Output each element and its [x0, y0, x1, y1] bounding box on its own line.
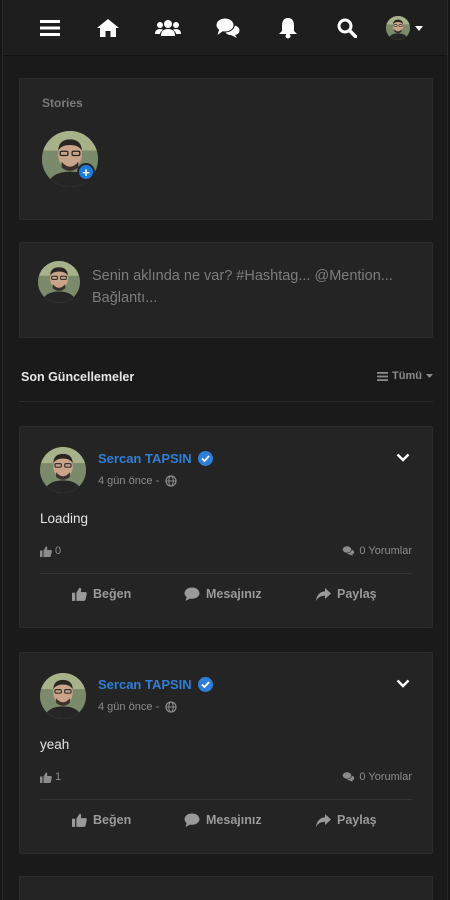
likes-count[interactable]: 1	[40, 771, 61, 783]
comment-icon	[184, 813, 200, 827]
post-actions: Beğen Mesajınız Paylaş	[40, 813, 412, 839]
comments-value: 0 Yorumlar	[359, 771, 412, 783]
feed-filter-dropdown[interactable]: Tümü	[377, 370, 433, 382]
post-time[interactable]: 4 gün önce -	[98, 475, 159, 487]
post-stats: 0 0 Yorumlar	[40, 545, 412, 561]
share-label: Paylaş	[337, 587, 377, 601]
share-icon	[316, 587, 331, 601]
divider	[40, 573, 412, 574]
avatar[interactable]	[40, 447, 86, 493]
comment-label: Mesajınız	[206, 813, 262, 827]
comment-label: Mesajınız	[206, 587, 262, 601]
comments-count[interactable]: 0 Yorumlar	[342, 545, 412, 557]
post-meta: 4 gün önce -	[98, 701, 177, 713]
story-item[interactable]: +	[42, 131, 98, 187]
feed-header: Son Güncellemeler Tümü	[19, 366, 433, 402]
feed-title: Son Güncellemeler	[21, 370, 135, 384]
author-name[interactable]: Sercan TAPSIN	[98, 677, 192, 692]
comment-button[interactable]: Mesajınız	[184, 587, 262, 601]
app-frame: Stories + Senin aklında ne var? #Hashtag…	[2, 0, 448, 900]
comments-count[interactable]: 0 Yorumlar	[342, 771, 412, 783]
post-meta: 4 gün önce -	[98, 475, 177, 487]
notifications-icon[interactable]	[274, 14, 302, 42]
likes-value: 0	[55, 545, 62, 557]
post-author[interactable]: Sercan TAPSIN	[98, 451, 213, 466]
profile-menu[interactable]	[386, 14, 430, 42]
friends-icon[interactable]	[154, 14, 182, 42]
comment-icon	[184, 587, 200, 601]
caret-down-icon	[415, 25, 423, 31]
author-name[interactable]: Sercan TAPSIN	[98, 451, 192, 466]
post-time[interactable]: 4 gün önce -	[98, 701, 159, 713]
chevron-down-icon[interactable]	[396, 453, 410, 462]
thumbs-up-icon	[40, 772, 52, 783]
like-label: Beğen	[93, 813, 132, 827]
like-button[interactable]: Beğen	[72, 587, 131, 601]
comments-icon	[343, 546, 355, 556]
caret-down-icon	[426, 374, 433, 378]
verified-icon	[197, 451, 213, 466]
globe-icon	[165, 701, 177, 713]
post-card-partial	[19, 876, 433, 900]
composer-placeholder[interactable]: Senin aklında ne var? #Hashtag... @Menti…	[92, 265, 412, 309]
stories-title: Stories	[42, 96, 83, 110]
likes-value: 1	[55, 771, 62, 783]
thumbs-up-icon	[72, 813, 87, 827]
thumbs-up-icon	[72, 587, 87, 601]
share-button[interactable]: Paylaş	[316, 813, 377, 827]
comments-icon	[343, 772, 355, 782]
post-composer[interactable]: Senin aklında ne var? #Hashtag... @Menti…	[19, 242, 433, 338]
messages-icon[interactable]	[214, 14, 242, 42]
share-button[interactable]: Paylaş	[316, 587, 377, 601]
avatar	[38, 261, 80, 303]
globe-icon	[165, 475, 177, 487]
post-text: Loading	[40, 511, 89, 526]
filter-label: Tümü	[392, 370, 422, 382]
verified-icon	[197, 677, 213, 692]
post-text: yeah	[40, 737, 70, 752]
chevron-down-icon[interactable]	[396, 679, 410, 688]
stories-card: Stories +	[19, 78, 433, 220]
menu-icon[interactable]	[36, 14, 64, 42]
top-navigation	[3, 0, 447, 56]
home-icon[interactable]	[94, 14, 122, 42]
thumbs-up-icon	[40, 546, 52, 557]
avatar	[386, 16, 410, 40]
search-icon[interactable]	[333, 14, 361, 42]
add-story-icon[interactable]: +	[77, 163, 95, 181]
post-author[interactable]: Sercan TAPSIN	[98, 677, 213, 692]
post-actions: Beğen Mesajınız Paylaş	[40, 587, 412, 613]
comment-button[interactable]: Mesajınız	[184, 813, 262, 827]
post-card: Sercan TAPSIN 4 gün önce - yeah 1 0 Yoru…	[19, 652, 433, 854]
post-stats: 1 0 Yorumlar	[40, 771, 412, 787]
post-card: Sercan TAPSIN 4 gün önce - Loading 0 0 Y…	[19, 426, 433, 628]
list-icon	[377, 371, 389, 381]
avatar[interactable]	[40, 673, 86, 719]
comments-value: 0 Yorumlar	[359, 545, 412, 557]
share-label: Paylaş	[337, 813, 377, 827]
likes-count[interactable]: 0	[40, 545, 61, 557]
like-label: Beğen	[93, 587, 132, 601]
share-icon	[316, 813, 331, 827]
divider	[40, 799, 412, 800]
like-button[interactable]: Beğen	[72, 813, 131, 827]
